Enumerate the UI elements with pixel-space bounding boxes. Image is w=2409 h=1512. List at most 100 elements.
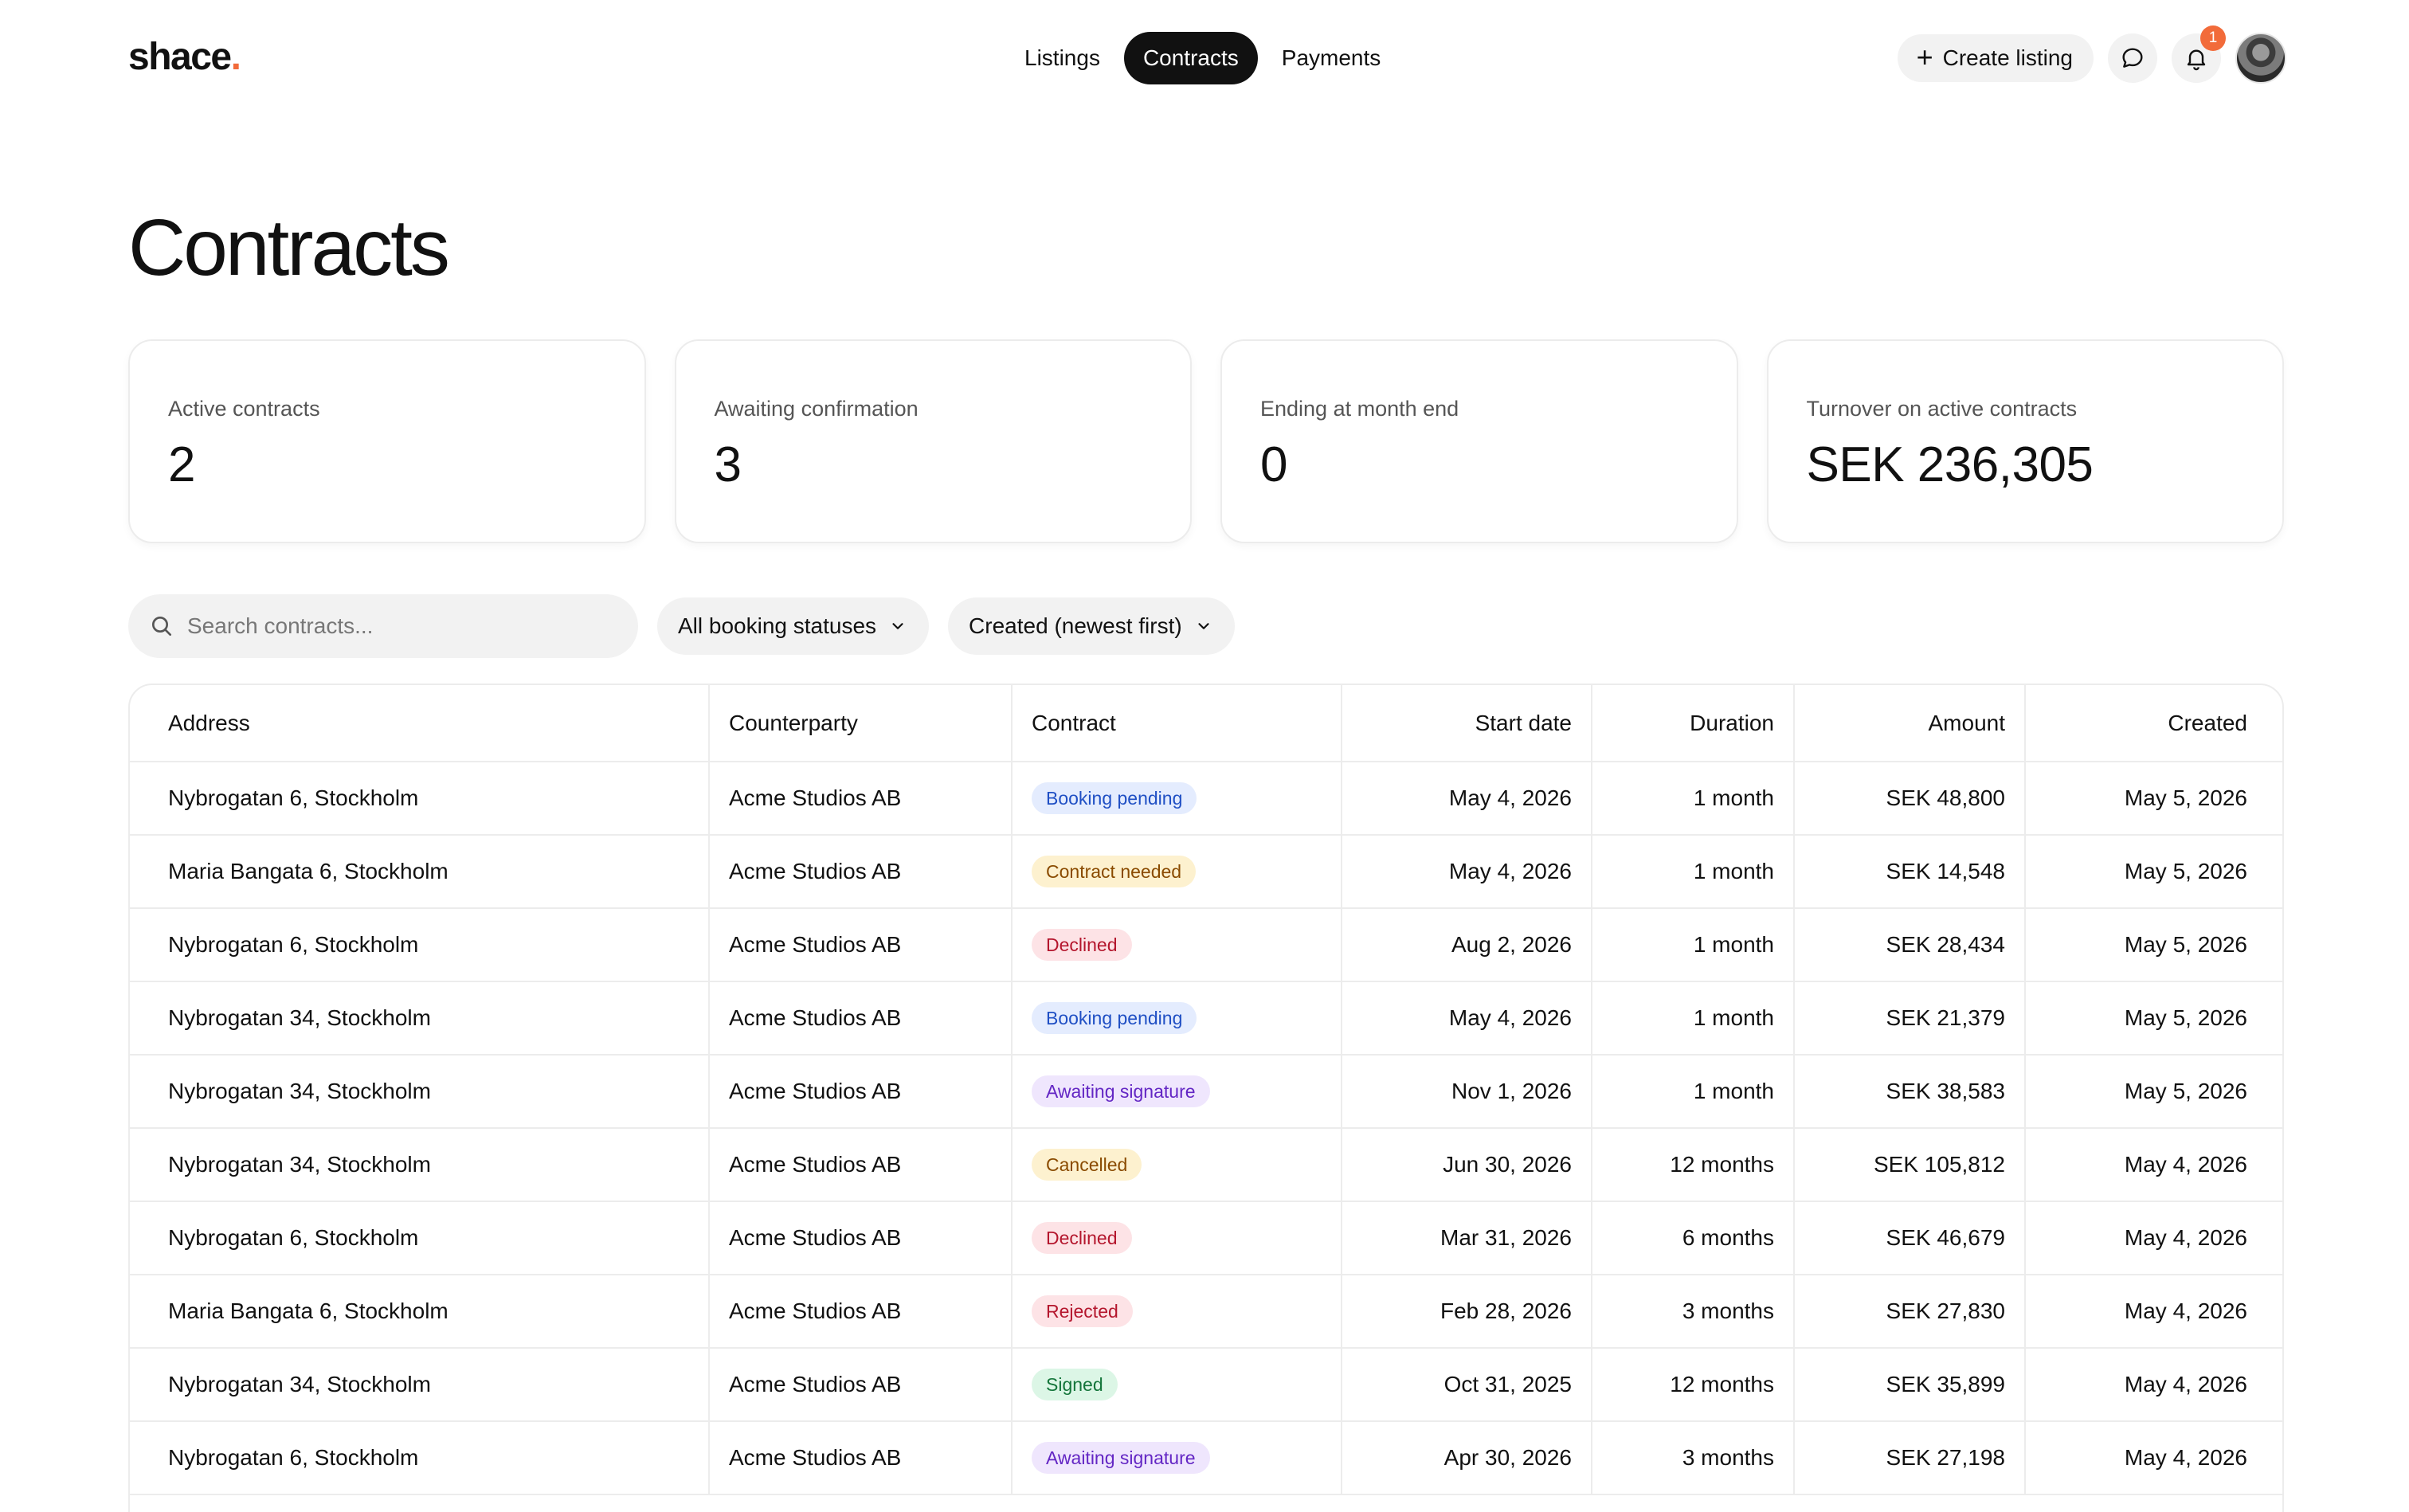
- cell-created: May 4, 2026: [2025, 1201, 2282, 1275]
- cell-address: Nybrogatan 34, Stockholm: [130, 981, 710, 1056]
- cell-counterparty: Acme Studios AB: [709, 981, 1013, 1056]
- create-listing-label: Create listing: [1942, 45, 2073, 70]
- search-box[interactable]: [128, 594, 638, 658]
- cell-start-date: Nov 1, 2026: [1342, 1055, 1592, 1129]
- booking-status-select[interactable]: All booking statuses: [657, 597, 930, 655]
- search-input[interactable]: [187, 613, 617, 639]
- bell-icon: [2187, 49, 2206, 71]
- table-row[interactable]: Maria Bangata 6, Stockholm Acme Studios A…: [130, 1275, 2282, 1349]
- header-actions: + Create listing 1: [1897, 25, 2286, 86]
- cell-amount: SEK 27,830: [1794, 1275, 2026, 1349]
- create-listing-button[interactable]: + Create listing: [1897, 34, 2094, 82]
- contracts-table: Address Counterparty Contract Start date…: [128, 684, 2284, 1512]
- table-header-row: Address Counterparty Contract Start date…: [130, 685, 2282, 762]
- status-badge: Booking pending: [1032, 1002, 1197, 1034]
- cell-contract: Cancelled: [1012, 1128, 1342, 1202]
- table-row[interactable]: Nybrogatan 6, Stockholm Acme Studios AB Bo…: [130, 762, 2282, 836]
- cell-duration: 1 month: [1592, 762, 1795, 836]
- stat-label: Turnover on active contracts: [1806, 397, 2078, 421]
- cell-duration: 1 month: [1592, 981, 1795, 1056]
- chevron-down-icon: [892, 623, 903, 629]
- stat-value: 3: [714, 437, 742, 492]
- stat-card-ending: Ending at month end 0: [1220, 339, 1738, 543]
- stat-value: SEK 236,305: [1806, 437, 2094, 492]
- cell-duration: 3 months: [1592, 1421, 1795, 1495]
- cell-start-date: Aug 2, 2026: [1342, 908, 1592, 982]
- cell-counterparty: Acme Studios AB: [709, 1421, 1013, 1495]
- cell-amount: SEK 21,379: [1794, 981, 2026, 1056]
- cell-created: May 5, 2026: [2025, 762, 2282, 836]
- cell-amount: SEK 48,800: [1794, 762, 2026, 836]
- cell-duration: 3 months: [1592, 1275, 1795, 1349]
- status-badge: Awaiting signature: [1032, 1075, 1210, 1107]
- cell-contract: Signed: [1012, 1348, 1342, 1422]
- cell-duration: 1 month: [1592, 835, 1795, 909]
- table-row[interactable]: Nybrogatan 34, Stockholm Acme Studios AB A…: [130, 1055, 2282, 1129]
- table-row[interactable]: Nybrogatan 6, Stockholm Acme Studios AB De…: [130, 908, 2282, 982]
- column-header-amount[interactable]: Amount: [1794, 685, 2026, 762]
- cell-counterparty: Acme Studios AB: [709, 1201, 1013, 1275]
- cell-duration: 12 months: [1592, 1348, 1795, 1422]
- cell-start-date: May 4, 2026: [1342, 981, 1592, 1056]
- table-row[interactable]: Nybrogatan 34, Stockholm Acme Studios AB B…: [130, 981, 2282, 1056]
- status-badge: Declined: [1032, 1222, 1132, 1254]
- nav-tab-contracts[interactable]: Contracts: [1123, 32, 1258, 84]
- cell-address: Nybrogatan 6, Stockholm: [130, 1201, 710, 1275]
- cell-start-date: Apr 30, 2026: [1342, 1421, 1592, 1495]
- stats-row: Active contracts 2 Awaiting confirmation…: [128, 339, 2284, 543]
- cell-amount: SEK 105,812: [1794, 1128, 2026, 1202]
- cell-address: Nybrogatan 6, Stockholm: [130, 1421, 710, 1495]
- nav-tab-payments[interactable]: Payments: [1263, 32, 1400, 84]
- messages-button[interactable]: [2108, 33, 2157, 83]
- main-nav: Listings Contracts Payments: [1005, 32, 1400, 84]
- cell-address: Maria Bangata 6, Stockholm: [130, 1275, 710, 1349]
- column-header-counterparty[interactable]: Counterparty: [709, 685, 1013, 762]
- sort-select[interactable]: Created (newest first): [948, 597, 1235, 655]
- cell-amount: SEK 38,583: [1794, 1055, 2026, 1129]
- table-row[interactable]: Nybrogatan 6, Stockholm Acme Studios AB Aw…: [130, 1421, 2282, 1495]
- cell-amount: SEK 35,899: [1794, 1348, 2026, 1422]
- cell-contract: Awaiting signature: [1012, 1421, 1342, 1495]
- sort-value: Created (newest first): [969, 613, 1182, 638]
- chevron-down-icon: [1198, 623, 1209, 629]
- search-icon: [152, 617, 171, 636]
- cell-counterparty: Acme Studios AB: [709, 762, 1013, 836]
- column-header-address[interactable]: Address: [130, 685, 710, 762]
- status-badge: Rejected: [1032, 1295, 1133, 1327]
- avatar[interactable]: [2235, 33, 2286, 84]
- column-header-duration[interactable]: Duration: [1592, 685, 1795, 762]
- contracts-table-grid: Address Counterparty Contract Start date…: [130, 685, 2282, 1495]
- cell-created: May 4, 2026: [2025, 1348, 2282, 1422]
- cell-counterparty: Acme Studios AB: [709, 1348, 1013, 1422]
- column-header-created[interactable]: Created: [2025, 685, 2282, 762]
- cell-created: May 5, 2026: [2025, 835, 2282, 909]
- stat-label: Active contracts: [168, 397, 320, 421]
- logo[interactable]: shace.: [128, 35, 241, 79]
- table-row[interactable]: Nybrogatan 34, Stockholm Acme Studios AB S…: [130, 1348, 2282, 1422]
- cell-start-date: Jun 30, 2026: [1342, 1128, 1592, 1202]
- cell-contract: Awaiting signature: [1012, 1055, 1342, 1129]
- table-row[interactable]: Nybrogatan 34, Stockholm Acme Studios AB C…: [130, 1128, 2282, 1202]
- table-row[interactable]: Nybrogatan 6, Stockholm Acme Studios AB De…: [130, 1201, 2282, 1275]
- cell-duration: 1 month: [1592, 908, 1795, 982]
- cell-counterparty: Acme Studios AB: [709, 908, 1013, 982]
- logo-dot: .: [230, 36, 241, 78]
- status-badge: Signed: [1032, 1369, 1118, 1400]
- cell-created: May 4, 2026: [2025, 1128, 2282, 1202]
- stat-card-active: Active contracts 2: [128, 339, 646, 543]
- column-header-start-date[interactable]: Start date: [1342, 685, 1592, 762]
- cell-duration: 12 months: [1592, 1128, 1795, 1202]
- filters-bar: All booking statuses Created (newest fir…: [128, 594, 1235, 658]
- stat-label: Ending at month end: [1260, 397, 1459, 421]
- column-header-contract[interactable]: Contract: [1012, 685, 1342, 762]
- cell-created: May 4, 2026: [2025, 1275, 2282, 1349]
- cell-created: May 4, 2026: [2025, 1421, 2282, 1495]
- cell-address: Nybrogatan 34, Stockholm: [130, 1055, 710, 1129]
- nav-tab-listings[interactable]: Listings: [1005, 32, 1119, 84]
- notifications-button[interactable]: 1: [2172, 25, 2226, 83]
- page-title: Contracts: [128, 203, 450, 292]
- booking-status-value: All booking statuses: [678, 613, 877, 638]
- cell-contract: Booking pending: [1012, 762, 1342, 836]
- cell-contract: Rejected: [1012, 1275, 1342, 1349]
- table-row[interactable]: Maria Bangata 6, Stockholm Acme Studios A…: [130, 835, 2282, 909]
